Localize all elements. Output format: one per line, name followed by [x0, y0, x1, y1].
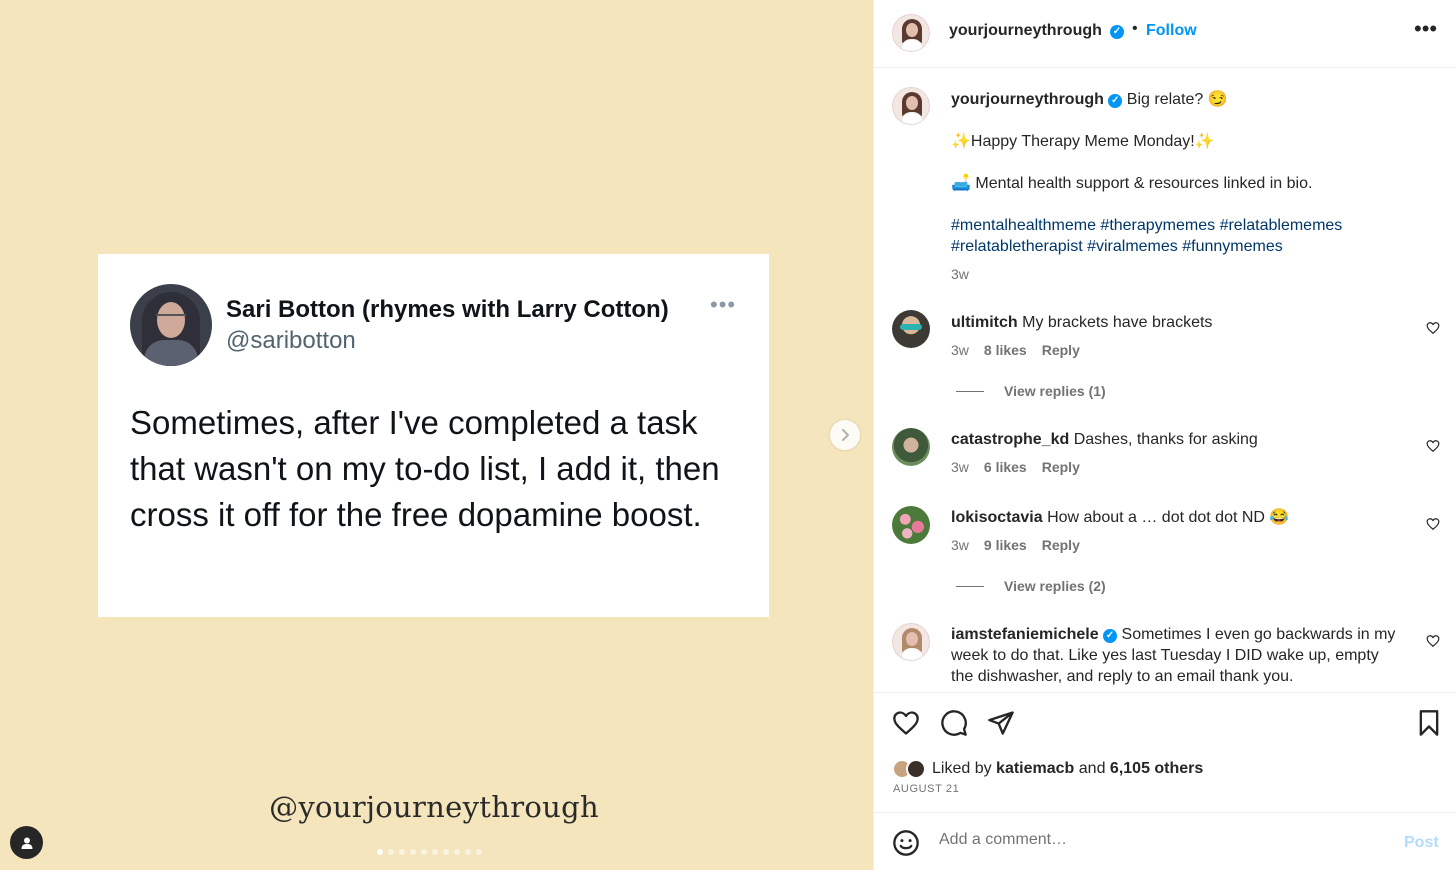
carousel-next-button[interactable] [830, 420, 860, 450]
view-replies-label[interactable]: View replies (1) [1004, 383, 1106, 399]
post-media[interactable]: Sari Botton (rhymes with Larry Cotton) @… [0, 0, 873, 870]
timestamp[interactable]: 3w [951, 342, 969, 358]
liker-avatar[interactable] [906, 759, 926, 779]
comment-text: ultimitch My brackets have brackets [951, 312, 1401, 333]
comment-like-heart-icon[interactable] [1426, 321, 1440, 335]
caption-username[interactable]: yourjourneythrough [951, 91, 1104, 108]
comment-body: Dashes, thanks for asking [1073, 431, 1258, 448]
comment-text: lokisoctavia How about a … dot dot dot N… [951, 507, 1401, 528]
divider [956, 585, 984, 587]
avatar[interactable] [892, 87, 930, 125]
timestamp[interactable]: 3w [951, 537, 969, 553]
view-replies-label[interactable]: View replies (2) [1004, 578, 1106, 594]
liked-by-and: and [1078, 760, 1106, 777]
comment-meta: 3w 9 likes Reply [951, 537, 1080, 553]
tags-user-icon [21, 837, 32, 849]
comment-form: Post [874, 812, 1456, 870]
comments-list[interactable]: yourjourneythrough ✓ Big relate? 😏 ✨Happ… [874, 69, 1456, 692]
comment-like-heart-icon[interactable] [1426, 634, 1440, 648]
verified-badge-icon: ✓ [1108, 94, 1123, 108]
view-replies-button[interactable]: View replies (2) [956, 578, 1106, 594]
carousel-dot [388, 849, 394, 855]
liked-by-user[interactable]: katiemacb [996, 760, 1074, 778]
carousel-dot [399, 849, 405, 855]
comment-username[interactable]: lokisoctavia [951, 509, 1043, 526]
verified-badge-icon: ✓ [1110, 25, 1124, 39]
carousel-dot [421, 849, 427, 855]
caption-line1: yourjourneythrough ✓ Big relate? 😏 [951, 89, 1401, 110]
timestamp[interactable]: 3w [951, 266, 969, 282]
header-username[interactable]: yourjourneythrough [949, 22, 1102, 40]
follow-button[interactable]: Follow [1146, 22, 1197, 40]
tagged-users-button[interactable] [10, 826, 43, 859]
reply-button[interactable]: Reply [1042, 459, 1080, 475]
reply-button[interactable]: Reply [1042, 342, 1080, 358]
media-watermark: @yourjourneythrough [269, 790, 599, 824]
comment-icon[interactable] [940, 709, 968, 737]
post-side-panel: yourjourneythrough ✓ • Follow ••• yourjo… [873, 0, 1456, 870]
liked-by-prefix: Liked by [932, 760, 992, 777]
bookmark-icon[interactable] [1415, 709, 1443, 737]
carousel-dot [454, 849, 460, 855]
caption-hashtags[interactable]: #mentalhealthmeme #therapymemes #relatab… [951, 215, 1401, 236]
comment-like-heart-icon[interactable] [1426, 517, 1440, 531]
chevron-right-icon [842, 429, 849, 441]
comment-meta: 3w 6 likes Reply [951, 459, 1080, 475]
tweet-author-handle: @saribotton [226, 327, 356, 354]
comment-likes[interactable]: 9 likes [984, 537, 1027, 553]
caption-age: 3w [951, 266, 969, 282]
liked-by: Liked by katiemacb and 6,105 others [892, 759, 1203, 779]
tweet-more-icon: ••• [710, 292, 737, 317]
avatar[interactable] [892, 506, 930, 544]
emoji-icon[interactable] [892, 829, 920, 857]
avatar[interactable] [892, 14, 930, 52]
more-options-icon[interactable]: ••• [1414, 18, 1437, 40]
comment-meta: 3w 8 likes Reply [951, 342, 1080, 358]
carousel-dot [410, 849, 416, 855]
comment-text: iamstefaniemichele ✓ Sometimes I even go… [951, 624, 1401, 687]
divider [956, 390, 984, 392]
tweet-author-avatar [130, 284, 212, 366]
timestamp[interactable]: 3w [951, 459, 969, 475]
post-date[interactable]: AUGUST 21 [893, 783, 959, 795]
heart-icon[interactable] [892, 709, 920, 737]
caption-hashtags[interactable]: #relatabletherapist #viralmemes #funnyme… [951, 236, 1401, 257]
comment-likes[interactable]: 6 likes [984, 459, 1027, 475]
comment-body: My brackets have brackets [1022, 314, 1213, 331]
comment-username[interactable]: iamstefaniemichele [951, 626, 1099, 643]
caption-line2: ✨Happy Therapy Meme Monday!✨ [951, 133, 1215, 150]
carousel-dot [377, 849, 383, 855]
carousel-dot [465, 849, 471, 855]
view-replies-button[interactable]: View replies (1) [956, 383, 1106, 399]
comment-body: How about a … dot dot dot ND 😂 [1047, 509, 1290, 526]
header-separator: • [1132, 20, 1138, 37]
tweet-author-name: Sari Botton (rhymes with Larry Cotton) [226, 296, 669, 323]
comment-username[interactable]: catastrophe_kd [951, 431, 1069, 448]
avatar[interactable] [892, 428, 930, 466]
tweet-screenshot: Sari Botton (rhymes with Larry Cotton) @… [98, 254, 769, 617]
post-comment-button[interactable]: Post [1404, 834, 1439, 852]
carousel-dot [476, 849, 482, 855]
caption-line3: 🛋️ Mental health support & resources lin… [951, 175, 1313, 192]
comment-input[interactable] [939, 831, 1379, 849]
verified-badge-icon: ✓ [1103, 629, 1118, 643]
carousel-indicator [377, 849, 482, 855]
tweet-text: Sometimes, after I've completed a task t… [130, 404, 720, 533]
post-actions: Liked by katiemacb and 6,105 others AUGU… [874, 692, 1456, 812]
carousel-dot [443, 849, 449, 855]
reply-button[interactable]: Reply [1042, 537, 1080, 553]
likes-count[interactable]: 6,105 others [1110, 760, 1203, 778]
comment-likes[interactable]: 8 likes [984, 342, 1027, 358]
carousel-dot [432, 849, 438, 855]
share-icon[interactable] [987, 709, 1015, 737]
comment-text: catastrophe_kd Dashes, thanks for asking [951, 429, 1401, 450]
avatar[interactable] [892, 623, 930, 661]
caption-text: Big relate? 😏 [1126, 91, 1228, 108]
comment-username[interactable]: ultimitch [951, 314, 1018, 331]
post-header: yourjourneythrough ✓ • Follow ••• [874, 0, 1456, 68]
avatar[interactable] [892, 310, 930, 348]
comment-like-heart-icon[interactable] [1426, 439, 1440, 453]
